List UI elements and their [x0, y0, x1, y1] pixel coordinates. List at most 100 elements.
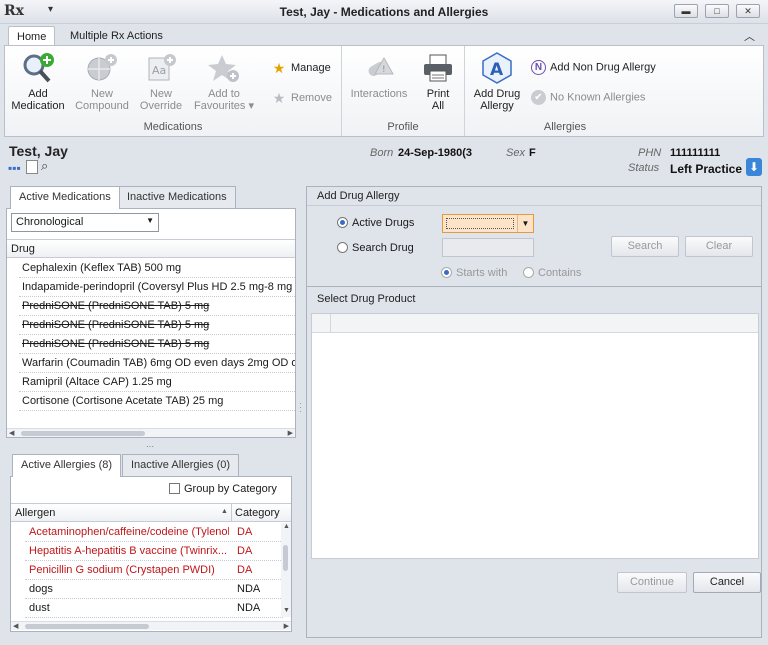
medication-row-discontinued[interactable]: PredniSONE (PredniSONE TAB) 5 mg — [19, 297, 295, 316]
allergy-column-header: Allergen ▲ Category — [11, 503, 291, 522]
allergies-list: Group by Category Allergen ▲ Category Ac… — [10, 476, 292, 632]
medications-panel: Active Medications Inactive Medications … — [6, 186, 296, 438]
horizontal-scrollbar[interactable]: ◀ ▶ — [11, 621, 291, 630]
scroll-thumb[interactable] — [25, 624, 149, 629]
allergy-row[interactable]: Acetaminophen/caffeine/codeine (Tylenol.… — [25, 523, 283, 542]
chevron-down-icon[interactable]: ▼ — [517, 215, 533, 232]
star-plus-icon — [207, 52, 241, 84]
tab-multiple-rx-actions[interactable]: Multiple Rx Actions — [62, 26, 171, 46]
tab-inactive-allergies[interactable]: Inactive Allergies (0) — [122, 454, 240, 476]
no-known-allergies-button[interactable]: ✔ No Known Allergies — [531, 90, 645, 105]
active-drugs-dropdown[interactable]: ▼ — [442, 214, 534, 233]
radio-unselected[interactable] — [523, 267, 534, 278]
starts-with-radio[interactable]: Starts with — [441, 267, 507, 279]
cancel-button[interactable]: Cancel — [693, 572, 761, 593]
more-icon[interactable]: ▪▪▪ — [8, 161, 21, 175]
add-drug-allergy-button[interactable]: A Add Drug Allergy — [469, 52, 525, 112]
new-override-button[interactable]: Aa New Override — [135, 52, 187, 112]
new-compound-button[interactable]: New Compound — [71, 52, 133, 112]
radio-unselected[interactable] — [337, 242, 348, 253]
search-button[interactable]: Search — [611, 236, 679, 257]
status-label: Status — [628, 162, 660, 174]
add-medication-button[interactable]: Add Medication — [9, 52, 67, 112]
scroll-thumb[interactable] — [21, 431, 145, 436]
override-text-icon: Aa — [144, 52, 178, 84]
magnifier-plus-icon — [21, 52, 55, 84]
scroll-left-icon[interactable]: ◀ — [9, 429, 14, 437]
allergies-group-label: Allergies — [543, 121, 587, 133]
search-drug-input[interactable] — [442, 238, 534, 257]
vertical-scrollbar[interactable]: ▲ ▼ — [281, 523, 291, 617]
scroll-right-icon[interactable]: ▶ — [284, 622, 289, 630]
allergy-row[interactable]: Penicillin G sodium (Crystapen PWDI) DA — [25, 561, 283, 580]
medication-row[interactable]: Cortisone (Cortisone Acetate TAB) 25 mg — [19, 392, 295, 411]
continue-button[interactable]: Continue — [617, 572, 687, 593]
active-drugs-radio[interactable]: Active Drugs — [337, 217, 414, 229]
star-icon: ★ — [272, 60, 286, 76]
add-to-favourites-button[interactable]: Add to Favourites ▾ — [191, 52, 257, 112]
status-value: Left Practice — [670, 162, 743, 176]
allergy-row[interactable]: dust NDA — [25, 599, 283, 618]
scroll-left-icon[interactable]: ◀ — [13, 622, 18, 630]
chevron-down-icon: ▼ — [146, 216, 154, 225]
medication-row[interactable]: Warfarin (Coumadin TAB) 6mg OD even days… — [19, 354, 295, 373]
allergy-row[interactable]: dogs NDA — [25, 580, 283, 599]
medication-row[interactable]: Ramipril (Altace CAP) 1.25 mg — [19, 373, 295, 392]
search-drug-radio[interactable]: Search Drug — [337, 242, 414, 254]
vertical-splitter[interactable]: · · · — [299, 400, 302, 416]
close-button[interactable]: ✕ — [736, 4, 760, 18]
add-drug-allergy-section: Add Drug Allergy Active Drugs ▼ Search D… — [307, 187, 761, 287]
ribbon-tab-bar: Home Multiple Rx Actions ︿ — [0, 24, 768, 46]
tab-active-allergies[interactable]: Active Allergies (8) — [12, 454, 122, 477]
svg-text:A: A — [490, 60, 504, 80]
scroll-right-icon[interactable]: ▶ — [288, 429, 293, 437]
scroll-thumb[interactable] — [283, 545, 288, 571]
minimize-button[interactable]: ▬ — [674, 4, 698, 18]
drug-product-grid[interactable] — [311, 313, 759, 559]
medication-row[interactable]: Indapamide-perindopril (Coversyl Plus HD… — [19, 278, 295, 297]
window-title: Test, Jay - Medications and Allergies — [279, 5, 489, 19]
search-icon[interactable]: ⌕ — [41, 158, 48, 174]
allergy-row[interactable]: Hepatitis A-hepatitis B vaccine (Twinrix… — [25, 542, 283, 561]
column-divider — [231, 504, 232, 522]
tab-home[interactable]: Home — [8, 26, 56, 46]
column-divider — [330, 314, 331, 333]
tab-active-medications[interactable]: Active Medications — [10, 186, 120, 209]
radio-selected[interactable] — [337, 217, 348, 228]
scroll-down-icon[interactable]: ▼ — [283, 607, 290, 614]
print-all-button[interactable]: Print All — [418, 52, 458, 112]
medication-row[interactable]: Cephalexin (Keflex TAB) 500 mg — [19, 259, 295, 278]
download-arrow-icon[interactable]: ⬇ — [746, 158, 762, 176]
scroll-up-icon[interactable]: ▲ — [283, 523, 290, 530]
remove-button[interactable]: ★ Remove — [271, 90, 332, 106]
dropdown-arrow-icon: ▾ — [248, 100, 254, 112]
horizontal-splitter[interactable]: ⋯ — [146, 442, 154, 451]
allergen-column-header[interactable]: Allergen — [15, 507, 55, 519]
order-select[interactable]: Chronological ▼ — [11, 213, 159, 232]
collapse-ribbon-icon[interactable]: ︿ — [744, 28, 755, 44]
maximize-button[interactable]: □ — [705, 4, 729, 18]
non-drug-allergy-icon: N — [531, 60, 546, 75]
sort-ascending-icon: ▲ — [221, 508, 228, 515]
tab-inactive-medications[interactable]: Inactive Medications — [118, 186, 236, 208]
group-by-category-checkbox[interactable]: Group by Category — [169, 483, 277, 495]
checkbox-box[interactable] — [169, 483, 180, 494]
contains-radio[interactable]: Contains — [523, 267, 581, 279]
category-column-header[interactable]: Category — [235, 507, 280, 519]
medication-row-discontinued[interactable]: PredniSONE (PredniSONE TAB) 5 mg — [19, 316, 295, 335]
ribbon: Add Medication New Compound Aa New Overr… — [4, 45, 764, 137]
radio-selected[interactable] — [441, 267, 452, 278]
medication-row-discontinued[interactable]: PredniSONE (PredniSONE TAB) 5 mg — [19, 335, 295, 354]
horizontal-scrollbar[interactable]: ◀ ▶ — [7, 428, 295, 437]
clear-button[interactable]: Clear — [685, 236, 753, 257]
add-non-drug-allergy-button[interactable]: N Add Non Drug Allergy — [531, 60, 656, 75]
drug-column-header[interactable]: Drug — [7, 239, 295, 258]
title-bar: Rx ▾ Test, Jay - Medications and Allergi… — [0, 0, 768, 24]
manage-button[interactable]: ★ Manage — [271, 60, 331, 76]
document-icon[interactable] — [26, 160, 38, 174]
add-drug-allergy-panel: Add Drug Allergy Active Drugs ▼ Search D… — [306, 186, 762, 638]
born-label: Born — [370, 147, 394, 159]
interactions-button[interactable]: ! Interactions — [346, 52, 412, 100]
star-minus-icon: ★ — [272, 90, 286, 106]
svg-text:!: ! — [382, 65, 386, 75]
